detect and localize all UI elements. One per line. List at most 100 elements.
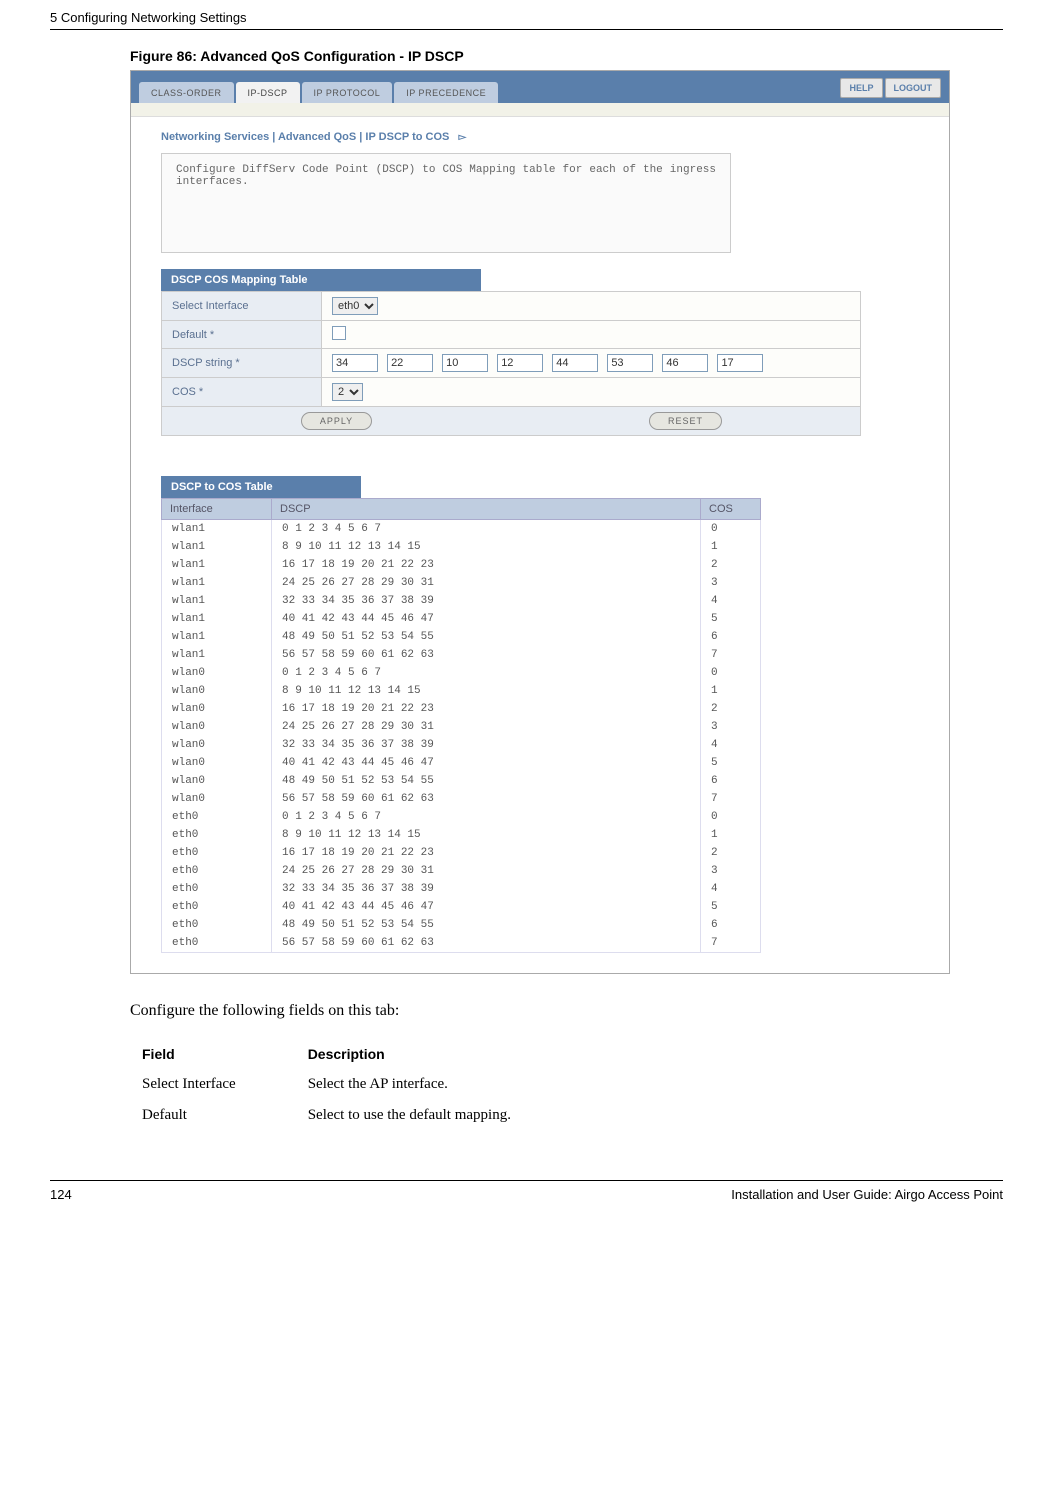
table-row: eth048 49 50 51 52 53 54 556 xyxy=(162,916,761,934)
cell-cos: 3 xyxy=(701,574,761,592)
table-row: wlan116 17 18 19 20 21 22 232 xyxy=(162,556,761,574)
cell-cos: 4 xyxy=(701,592,761,610)
tab-ip-dscp[interactable]: IP-DSCP xyxy=(236,82,300,103)
cell-interface: eth0 xyxy=(162,934,272,953)
dscp-input-2[interactable] xyxy=(442,354,488,372)
cell-cos: 2 xyxy=(701,700,761,718)
mapping-form: Select Interface eth0 Default * DSCP str… xyxy=(161,291,861,407)
cell-dscp: 40 41 42 43 44 45 46 47 xyxy=(272,610,701,628)
table-row: wlan156 57 58 59 60 61 62 637 xyxy=(162,646,761,664)
page-header: 5 Configuring Networking Settings xyxy=(50,0,1003,30)
cell-interface: wlan0 xyxy=(162,772,272,790)
dscp-input-7[interactable] xyxy=(717,354,763,372)
cell-dscp: 8 9 10 11 12 13 14 15 xyxy=(272,538,701,556)
cell-interface: eth0 xyxy=(162,862,272,880)
select-interface[interactable]: eth0 xyxy=(332,297,378,315)
dscp-input-5[interactable] xyxy=(607,354,653,372)
cell-interface: wlan0 xyxy=(162,790,272,808)
cell-cos: 7 xyxy=(701,934,761,953)
cell-cos: 6 xyxy=(701,916,761,934)
select-cos[interactable]: 2 xyxy=(332,383,363,401)
cell-interface: wlan1 xyxy=(162,646,272,664)
cell-dscp: 32 33 34 35 36 37 38 39 xyxy=(272,592,701,610)
cell-interface: eth0 xyxy=(162,880,272,898)
col-interface: Interface xyxy=(162,499,272,520)
panel-dscp-cos-title: DSCP to COS Table xyxy=(161,476,361,498)
cell-dscp: 24 25 26 27 28 29 30 31 xyxy=(272,862,701,880)
cell-cos: 6 xyxy=(701,628,761,646)
chevron-icon: ▻ xyxy=(458,132,466,143)
cell-interface: wlan1 xyxy=(162,520,272,539)
dscp-input-3[interactable] xyxy=(497,354,543,372)
apply-button[interactable]: APPLY xyxy=(301,412,372,430)
table-row: eth056 57 58 59 60 61 62 637 xyxy=(162,934,761,953)
table-row: wlan18 9 10 11 12 13 14 151 xyxy=(162,538,761,556)
help-button[interactable]: HELP xyxy=(840,78,882,98)
label-dscp-string: DSCP string * xyxy=(162,349,322,378)
cell-cos: 0 xyxy=(701,808,761,826)
label-select-interface: Select Interface xyxy=(162,292,322,321)
cell-interface: wlan1 xyxy=(162,556,272,574)
tab-ip-protocol[interactable]: IP PROTOCOL xyxy=(302,82,393,103)
tab-class-order[interactable]: CLASS-ORDER xyxy=(139,82,234,103)
cell-interface: wlan1 xyxy=(162,574,272,592)
checkbox-default[interactable] xyxy=(332,326,346,340)
cell-cos: 3 xyxy=(701,862,761,880)
dscp-input-4[interactable] xyxy=(552,354,598,372)
footer-title: Installation and User Guide: Airgo Acces… xyxy=(731,1187,1003,1202)
cell-cos: 1 xyxy=(701,826,761,844)
cell-dscp: 48 49 50 51 52 53 54 55 xyxy=(272,772,701,790)
logout-button[interactable]: LOGOUT xyxy=(885,78,942,98)
tab-ip-precedence[interactable]: IP PRECEDENCE xyxy=(394,82,498,103)
cell-interface: eth0 xyxy=(162,808,272,826)
cell-interface: eth0 xyxy=(162,844,272,862)
dscp-string-row xyxy=(322,349,861,378)
cell-cos: 1 xyxy=(701,682,761,700)
table-row: wlan10 1 2 3 4 5 6 70 xyxy=(162,520,761,539)
table-row: eth016 17 18 19 20 21 22 232 xyxy=(162,844,761,862)
body-intro-text: Configure the following fields on this t… xyxy=(130,1002,1003,1020)
col-cos: COS xyxy=(701,499,761,520)
table-row: eth032 33 34 35 36 37 38 394 xyxy=(162,880,761,898)
col-description: Description xyxy=(308,1040,581,1068)
table-row: wlan08 9 10 11 12 13 14 151 xyxy=(162,682,761,700)
table-row: wlan148 49 50 51 52 53 54 556 xyxy=(162,628,761,646)
table-row: wlan00 1 2 3 4 5 6 70 xyxy=(162,664,761,682)
form-button-row: APPLY RESET xyxy=(161,407,861,436)
cell-dscp: 8 9 10 11 12 13 14 15 xyxy=(272,826,701,844)
label-default: Default * xyxy=(162,321,322,349)
cell-dscp: 56 57 58 59 60 61 62 63 xyxy=(272,790,701,808)
cell-cos: 5 xyxy=(701,610,761,628)
cell-dscp: 24 25 26 27 28 29 30 31 xyxy=(272,574,701,592)
table-row: eth00 1 2 3 4 5 6 70 xyxy=(162,808,761,826)
cell-interface: wlan0 xyxy=(162,664,272,682)
table-row: wlan140 41 42 43 44 45 46 475 xyxy=(162,610,761,628)
dscp-input-0[interactable] xyxy=(332,354,378,372)
cell-cos: 1 xyxy=(701,538,761,556)
cell-dscp: 48 49 50 51 52 53 54 55 xyxy=(272,628,701,646)
cell-cos: 3 xyxy=(701,718,761,736)
dscp-input-6[interactable] xyxy=(662,354,708,372)
cell-cos: 2 xyxy=(701,844,761,862)
table-row: wlan024 25 26 27 28 29 30 313 xyxy=(162,718,761,736)
cell-cos: 0 xyxy=(701,520,761,539)
page-number: 124 xyxy=(50,1187,72,1202)
cell-cos: 5 xyxy=(701,754,761,772)
cell-cos: 7 xyxy=(701,646,761,664)
panel-mapping-title: DSCP COS Mapping Table xyxy=(161,269,481,291)
figure-caption: Figure 86: Advanced QoS Configuration - … xyxy=(130,48,1003,64)
cell-interface: wlan0 xyxy=(162,754,272,772)
dscp-input-1[interactable] xyxy=(387,354,433,372)
table-row: wlan016 17 18 19 20 21 22 232 xyxy=(162,700,761,718)
reset-button[interactable]: RESET xyxy=(649,412,722,430)
dscp-cos-table: Interface DSCP COS wlan10 1 2 3 4 5 6 70… xyxy=(161,498,761,953)
cell-cos: 2 xyxy=(701,556,761,574)
cell-dscp: 56 57 58 59 60 61 62 63 xyxy=(272,934,701,953)
cell-interface: wlan0 xyxy=(162,718,272,736)
breadcrumb: Networking Services | Advanced QoS | IP … xyxy=(161,131,919,143)
cell-cos: 5 xyxy=(701,898,761,916)
screenshot-panel: CLASS-ORDER IP-DSCP IP PROTOCOL IP PRECE… xyxy=(130,70,950,974)
cell-dscp: 40 41 42 43 44 45 46 47 xyxy=(272,754,701,772)
page-footer: 124 Installation and User Guide: Airgo A… xyxy=(50,1180,1003,1202)
cell-dscp: 40 41 42 43 44 45 46 47 xyxy=(272,898,701,916)
